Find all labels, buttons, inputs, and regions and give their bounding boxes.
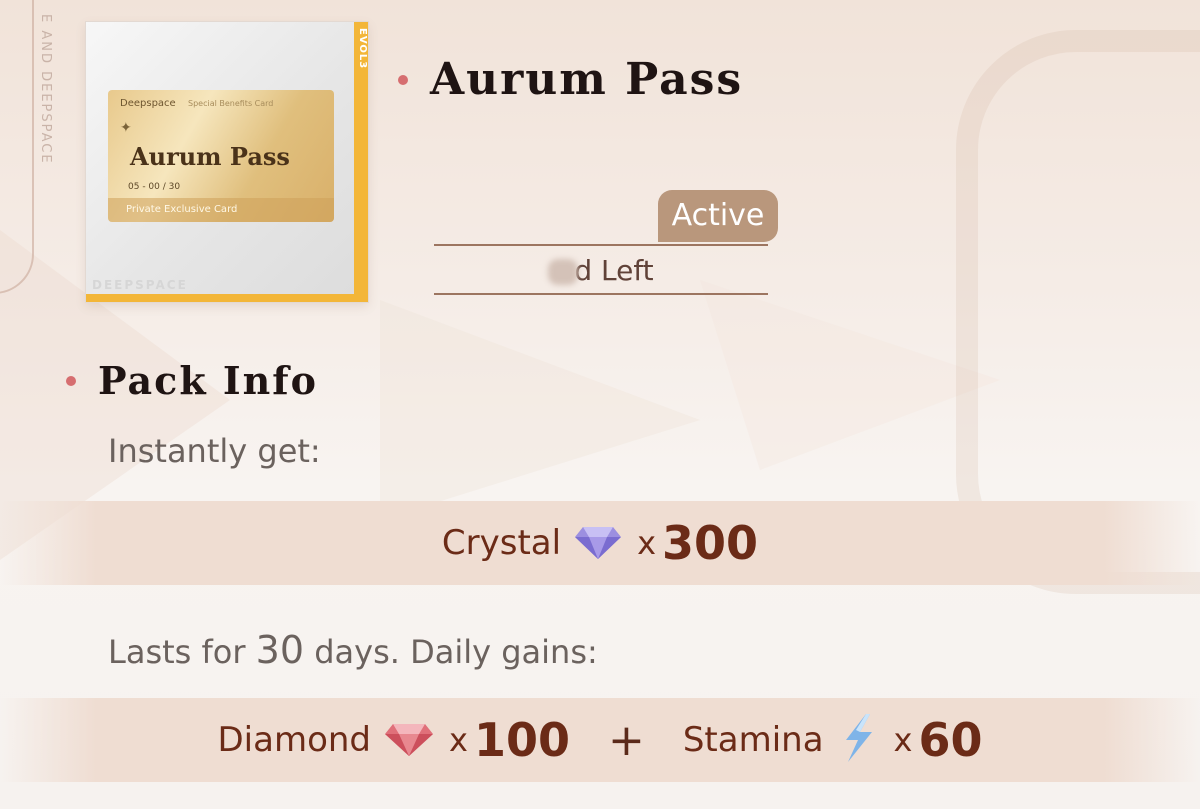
- divider-top: [434, 244, 768, 246]
- days-remaining-label: d Left: [574, 254, 654, 287]
- card-brand: Deepspace: [120, 98, 176, 109]
- pack-info-title: Pack Info: [98, 358, 318, 403]
- card-bottom-bar: [86, 294, 368, 302]
- bullet-dot-icon: [66, 375, 76, 386]
- lightning-icon: [836, 712, 880, 768]
- duration-suffix: days. Daily gains:: [304, 633, 598, 671]
- reward-quantity: 60: [918, 713, 983, 767]
- divider-bottom: [434, 293, 768, 295]
- gold-card-image: Deepspace Special Benefits Card ✦ Aurum …: [108, 90, 334, 222]
- pack-info-title-row: Pack Info: [66, 358, 318, 403]
- card-watermark: DEEPSPACE: [92, 278, 188, 292]
- crystal-icon: [573, 521, 623, 565]
- reward-diamond: Diamond x 100: [217, 713, 569, 767]
- days-remaining: d Left: [434, 254, 768, 287]
- redacted-count: [548, 259, 579, 285]
- reward-multiplier: x: [637, 524, 657, 562]
- pass-title-row: Aurum Pass: [398, 54, 743, 105]
- card-footer: Private Exclusive Card: [108, 198, 334, 222]
- status-badge: Active: [658, 190, 778, 242]
- card-brand-sub: Special Benefits Card: [188, 99, 274, 108]
- reward-name: Crystal: [441, 523, 562, 563]
- reward-crystal: Crystal x 300: [442, 516, 758, 570]
- instant-label: Instantly get:: [108, 432, 321, 470]
- reward-name: Diamond: [217, 720, 371, 760]
- reward-multiplier: x: [449, 721, 468, 759]
- reward-name: Stamina: [682, 720, 824, 760]
- sparkle-icon: ✦: [120, 120, 132, 136]
- card-number: 05 - 00 / 30: [128, 182, 181, 192]
- duration-days: 30: [255, 628, 305, 672]
- reward-multiplier: x: [893, 721, 913, 759]
- card-side-label: EVOL3: [357, 28, 368, 70]
- bullet-dot-icon: [398, 74, 408, 85]
- reward-stamina: Stamina x 60: [683, 712, 983, 768]
- card-title: Aurum Pass: [130, 142, 290, 171]
- reward-quantity: 100: [473, 713, 570, 767]
- duration-prefix: Lasts for: [108, 633, 256, 671]
- side-watermark-text: E AND DEEPSPACE: [38, 14, 53, 165]
- duration-label: Lasts for 30 days. Daily gains:: [108, 628, 598, 672]
- daily-rewards-band: Diamond x 100 + Stamina x 60: [0, 698, 1200, 782]
- pass-title: Aurum Pass: [430, 54, 744, 105]
- left-frame-decoration: [0, 0, 34, 294]
- pass-card-thumbnail: EVOL3 Deepspace Special Benefits Card ✦ …: [86, 22, 368, 302]
- diamond-icon: [383, 718, 435, 762]
- reward-quantity: 300: [662, 516, 759, 570]
- plus-sign: +: [607, 714, 645, 766]
- instant-rewards-band: Crystal x 300: [0, 501, 1200, 585]
